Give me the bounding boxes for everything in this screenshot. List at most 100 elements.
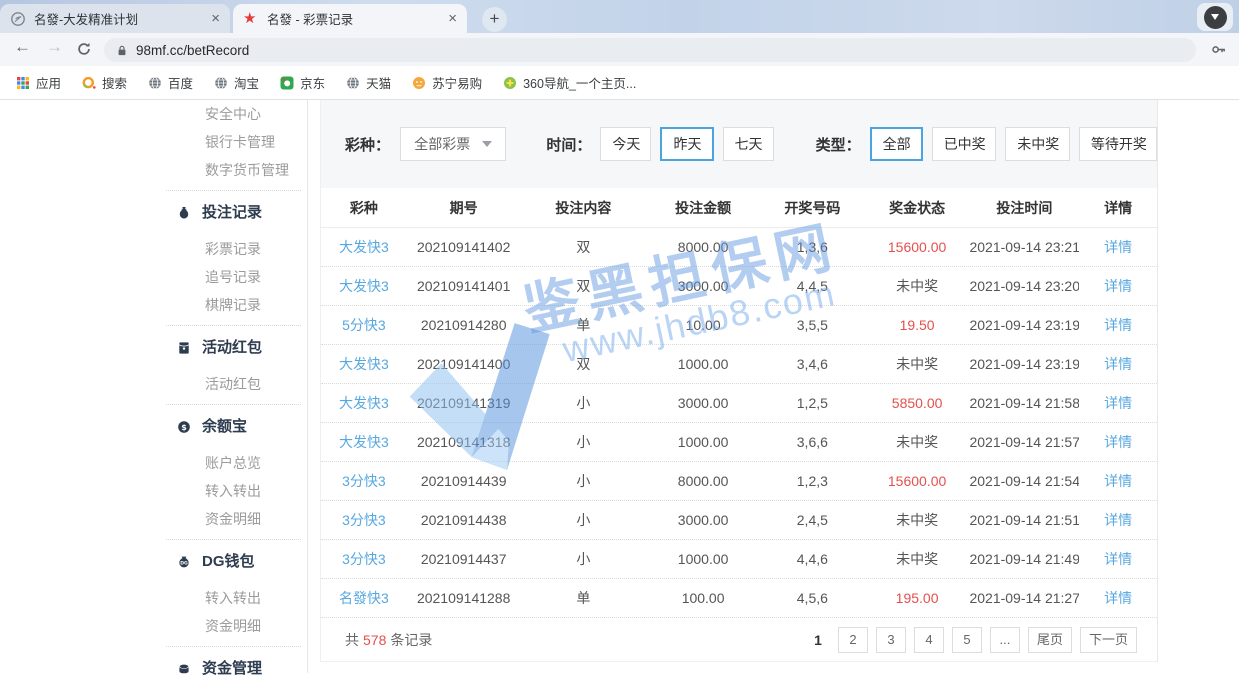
time-filter-button[interactable]: 七天 [723, 127, 774, 161]
prize-status-cell: 未中奖 [865, 501, 970, 539]
type-filter-button[interactable]: 全部 [870, 127, 923, 161]
lottery-select[interactable]: 全部彩票 [400, 127, 506, 161]
bet-time: 2021-09-14 23:20:24 [969, 267, 1079, 305]
apps-grid-icon [16, 76, 30, 90]
draw-numbers: 3,4,6 [760, 345, 865, 383]
sidebar-item-account-overview[interactable]: 账户总览 [160, 449, 307, 477]
detail-link[interactable]: 详情 [1079, 540, 1157, 578]
browser-media-area [1197, 3, 1233, 31]
page-button[interactable]: 下一页 [1080, 627, 1137, 653]
lottery-name-link[interactable]: 大发快3 [321, 228, 407, 266]
lottery-name-link[interactable]: 3分快3 [321, 462, 407, 500]
new-tab-button[interactable]: + [482, 7, 507, 32]
detail-link[interactable]: 详情 [1079, 384, 1157, 422]
type-filter-button[interactable]: 已中奖 [932, 127, 997, 161]
close-tab-icon[interactable]: × [211, 10, 220, 27]
table-footer: 共578条记录 1 2345...尾页下一页 [321, 618, 1157, 661]
lottery-name-link[interactable]: 名發快3 [321, 579, 407, 617]
sidebar-item-bank-card[interactable]: 银行卡管理 [160, 128, 307, 156]
chevron-down-icon [1211, 14, 1219, 20]
close-tab-icon[interactable]: × [448, 10, 457, 27]
svg-text:DG: DG [180, 561, 188, 567]
sidebar-item-security-center[interactable]: 安全中心 [160, 100, 307, 128]
issue-number: 20210914439 [407, 462, 521, 500]
bet-content: 小 [521, 384, 647, 422]
lottery-name-link[interactable]: 大发快3 [321, 423, 407, 461]
bet-time: 2021-09-14 21:57:47 [969, 423, 1079, 461]
detail-link[interactable]: 详情 [1079, 423, 1157, 461]
page-button[interactable]: 尾页 [1028, 627, 1072, 653]
lottery-name-link[interactable]: 大发快3 [321, 267, 407, 305]
bet-time: 2021-09-14 21:51:26 [969, 501, 1079, 539]
issue-number: 20210914438 [407, 501, 521, 539]
sidebar-item-lottery-records[interactable]: 彩票记录 [160, 235, 307, 263]
key-icon[interactable] [1210, 42, 1227, 57]
bookmark-taobao[interactable]: 淘宝 [208, 70, 265, 95]
bookmark-jd[interactable]: 京东 [274, 70, 331, 95]
detail-link[interactable]: 详情 [1079, 345, 1157, 383]
page-button[interactable]: ... [990, 627, 1020, 653]
reload-icon[interactable] [76, 41, 92, 57]
type-filter-button[interactable]: 未中奖 [1005, 127, 1070, 161]
page-button[interactable]: 5 [952, 627, 982, 653]
prize-status-cell: 19.50 [865, 306, 970, 344]
lottery-name-link[interactable]: 大发快3 [321, 384, 407, 422]
bet-time: 2021-09-14 23:19:13 [969, 345, 1079, 383]
type-filter-button[interactable]: 等待开奖 [1079, 127, 1157, 161]
sidebar-item-funds-detail-yuebao[interactable]: 资金明细 [160, 505, 307, 533]
bookmark-search[interactable]: 搜索 [76, 70, 133, 95]
current-page[interactable]: 1 [814, 632, 822, 648]
bookmark-apps[interactable]: 应用 [10, 70, 67, 95]
draw-numbers: 1,2,3 [760, 462, 865, 500]
svg-text:$: $ [181, 423, 187, 432]
lottery-name-link[interactable]: 3分快3 [321, 501, 407, 539]
bookmark-360nav[interactable]: 360导航_一个主页... [497, 70, 642, 95]
sidebar-item-digital-currency[interactable]: 数字货币管理 [160, 156, 307, 184]
sidebar-section-red-packet[interactable]: 活动红包 [160, 334, 307, 362]
sidebar-section-yuebao[interactable]: $ 余额宝 [160, 413, 307, 441]
sidebar-item-chase-records[interactable]: 追号记录 [160, 263, 307, 291]
sidebar-item-red-packet[interactable]: 活动红包 [160, 370, 307, 398]
bookmarks-bar: 应用 搜索 百度 淘宝 京东 [0, 66, 1239, 100]
detail-link[interactable]: 详情 [1079, 267, 1157, 305]
table-row: 3分快3 20210914439 小 8000.00 1,2,3 15600.0… [321, 462, 1157, 501]
time-filter-button[interactable]: 昨天 [660, 127, 713, 161]
lottery-name-link[interactable]: 5分快3 [321, 306, 407, 344]
bookmark-baidu[interactable]: 百度 [142, 70, 199, 95]
page-button[interactable]: 3 [876, 627, 906, 653]
browser-tab-bet-record[interactable]: ★ 名發 - 彩票记录 × [233, 4, 467, 33]
media-control-button[interactable] [1204, 6, 1227, 29]
detail-link[interactable]: 详情 [1079, 306, 1157, 344]
sidebar-item-board-records[interactable]: 棋牌记录 [160, 291, 307, 319]
bet-content: 小 [521, 423, 647, 461]
sidebar-item-funds-detail-dg[interactable]: 资金明细 [160, 612, 307, 640]
sidebar-divider [166, 646, 301, 647]
sidebar-section-dg-wallet[interactable]: DG DG钱包 [160, 548, 307, 576]
sidebar-section-bet-records[interactable]: 投注记录 [160, 199, 307, 227]
detail-link[interactable]: 详情 [1079, 228, 1157, 266]
time-filter-button[interactable]: 今天 [600, 127, 651, 161]
globe-icon [148, 76, 162, 90]
search-360-icon [82, 76, 96, 90]
sidebar-item-transfer-dg[interactable]: 转入转出 [160, 584, 307, 612]
forward-icon[interactable]: → [46, 37, 63, 57]
lottery-name-link[interactable]: 3分快3 [321, 540, 407, 578]
detail-link[interactable]: 详情 [1079, 579, 1157, 617]
bookmark-suning[interactable]: 苏宁易购 [406, 70, 488, 95]
page-button[interactable]: 4 [914, 627, 944, 653]
page-button[interactable]: 2 [838, 627, 868, 653]
detail-link[interactable]: 详情 [1079, 462, 1157, 500]
prize-status: 未中奖 [896, 278, 938, 294]
back-icon[interactable]: ← [14, 37, 31, 57]
sidebar-section-funds-manage[interactable]: 资金管理 [160, 655, 307, 683]
prize-status: 15600.00 [888, 239, 946, 255]
sidebar-item-transfer-yuebao[interactable]: 转入转出 [160, 477, 307, 505]
lottery-name-link[interactable]: 大发快3 [321, 345, 407, 383]
address-bar[interactable]: 98mf.cc/betRecord [104, 38, 1196, 62]
bookmark-tmall[interactable]: 天猫 [340, 70, 397, 95]
detail-link[interactable]: 详情 [1079, 501, 1157, 539]
tab-title: 名發 - 彩票记录 [267, 9, 440, 28]
table-row: 5分快3 20210914280 单 10.00 3,5,5 19.50 202… [321, 306, 1157, 345]
draw-numbers: 3,6,6 [760, 423, 865, 461]
browser-tab-plan[interactable]: 名發-大发精准计划 × [0, 4, 230, 33]
